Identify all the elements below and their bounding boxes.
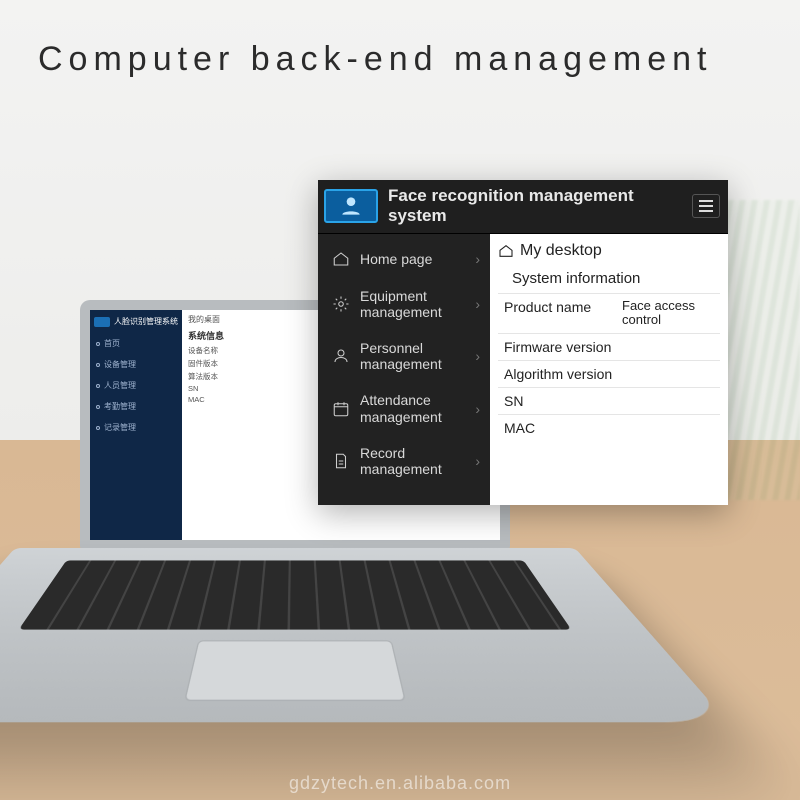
breadcrumb[interactable]: My desktop bbox=[498, 240, 720, 266]
watermark: gdzytech.en.alibaba.com bbox=[289, 773, 511, 794]
sidebar-item-personnel[interactable]: Personnel management › bbox=[318, 330, 490, 382]
info-row: Firmware version bbox=[498, 333, 720, 360]
sidebar-item-label: Home page bbox=[360, 251, 465, 267]
breadcrumb-label: My desktop bbox=[520, 242, 602, 260]
info-value bbox=[622, 366, 720, 382]
chevron-right-icon: › bbox=[475, 401, 480, 417]
info-key: MAC bbox=[504, 420, 622, 436]
chevron-right-icon: › bbox=[475, 296, 480, 312]
mini-nav-item[interactable]: 首页 bbox=[94, 333, 178, 354]
page-title: Computer back-end management bbox=[38, 40, 713, 79]
info-key: Algorithm version bbox=[504, 366, 622, 382]
sidebar-item-label: Personnel management bbox=[360, 340, 465, 372]
info-key: SN bbox=[504, 393, 622, 409]
mini-nav-item[interactable]: 记录管理 bbox=[94, 417, 178, 438]
sidebar-item-home[interactable]: Home page › bbox=[318, 240, 490, 278]
info-row: Algorithm version bbox=[498, 360, 720, 387]
calendar-icon bbox=[332, 400, 350, 418]
gear-icon bbox=[332, 295, 350, 313]
home-icon bbox=[332, 250, 350, 268]
sidebar: Home page › Equipment management › Perso… bbox=[318, 234, 490, 505]
menu-toggle-button[interactable] bbox=[692, 194, 720, 218]
info-row: SN bbox=[498, 387, 720, 414]
panel-header: Face recognition management system bbox=[318, 180, 728, 234]
card-title: System information bbox=[498, 266, 720, 293]
info-key: Firmware version bbox=[504, 339, 622, 355]
keyboard bbox=[19, 560, 572, 629]
management-panel: Face recognition management system Home … bbox=[318, 180, 728, 505]
chevron-right-icon: › bbox=[475, 348, 480, 364]
chevron-right-icon: › bbox=[475, 453, 480, 469]
sidebar-item-label: Equipment management bbox=[360, 288, 465, 320]
trackpad bbox=[184, 640, 406, 701]
info-value bbox=[622, 393, 720, 409]
sidebar-item-attendance[interactable]: Attendance management › bbox=[318, 382, 490, 434]
panel-title: Face recognition management system bbox=[388, 186, 692, 225]
info-value bbox=[622, 339, 720, 355]
mini-nav-item[interactable]: 设备管理 bbox=[94, 354, 178, 375]
sidebar-item-label: Record management bbox=[360, 445, 465, 477]
home-icon bbox=[498, 243, 514, 259]
sidebar-item-label: Attendance management bbox=[360, 392, 465, 424]
info-row: MAC bbox=[498, 414, 720, 441]
content-area: My desktop System information Product na… bbox=[490, 234, 728, 505]
mini-nav-item[interactable]: 考勤管理 bbox=[94, 396, 178, 417]
info-value: Face access control bbox=[622, 299, 720, 328]
mini-app-title: 人脸识别管理系统 bbox=[114, 316, 178, 327]
app-logo-icon bbox=[324, 189, 378, 223]
document-icon bbox=[332, 452, 350, 470]
mini-app-logo: 人脸识别管理系统 bbox=[94, 316, 178, 327]
info-value bbox=[622, 420, 720, 436]
info-row: Product name Face access control bbox=[498, 293, 720, 333]
chevron-right-icon: › bbox=[475, 251, 480, 267]
info-key: Product name bbox=[504, 299, 622, 328]
mini-nav-item[interactable]: 人员管理 bbox=[94, 375, 178, 396]
sidebar-item-record[interactable]: Record management › bbox=[318, 435, 490, 487]
sidebar-item-equipment[interactable]: Equipment management › bbox=[318, 278, 490, 330]
user-icon bbox=[332, 347, 350, 365]
